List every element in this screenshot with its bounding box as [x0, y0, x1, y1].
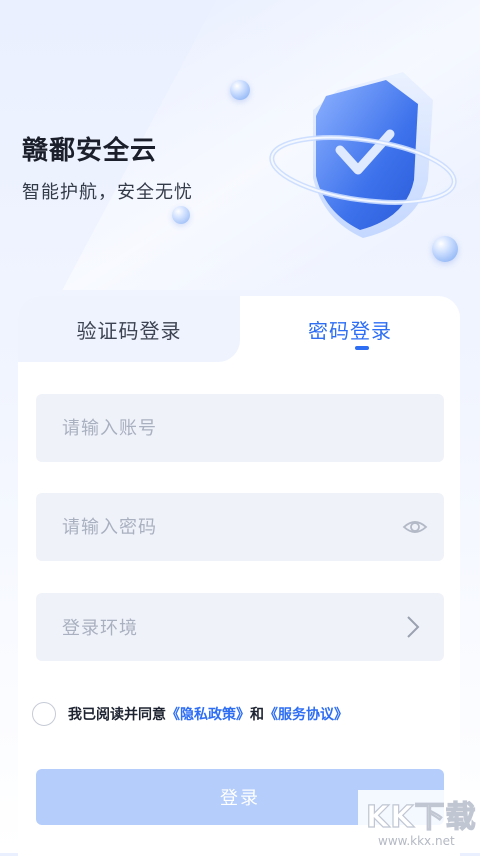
environment-label: 登录环境 — [62, 618, 138, 639]
tab-password-login[interactable]: 密码登录 — [240, 296, 460, 362]
eye-icon[interactable] — [402, 515, 428, 539]
tab-sms-login[interactable]: 验证码登录 — [18, 296, 240, 362]
login-tabs: 验证码登录 密码登录 — [18, 296, 460, 362]
password-input[interactable] — [36, 515, 384, 539]
login-card: 验证码登录 密码登录 登录环境 我已阅读并同意 《隐私政策》 和 《服务协议》 … — [18, 296, 460, 856]
active-tab-indicator — [355, 346, 369, 350]
watermark-url: www.kkx.net — [378, 834, 455, 848]
agreement-prefix: 我已阅读并同意 — [68, 707, 166, 723]
shield-check-icon — [268, 60, 458, 260]
app-slogan: 智能护航，安全无忧 — [22, 182, 193, 203]
chevron-right-icon — [407, 616, 420, 638]
agreement-checkbox[interactable] — [32, 702, 56, 726]
watermark: KK下载 www.kkx.net — [358, 790, 480, 853]
environment-select[interactable]: 登录环境 — [36, 593, 444, 661]
decor-bubble — [230, 80, 250, 100]
privacy-policy-link[interactable]: 《隐私政策》 — [166, 704, 250, 724]
app-title: 赣鄱安全云 — [22, 136, 158, 166]
service-agreement-link[interactable]: 《服务协议》 — [264, 704, 348, 724]
account-field — [36, 394, 444, 462]
agreement-row: 我已阅读并同意 《隐私政策》 和 《服务协议》 — [32, 702, 348, 726]
password-field — [36, 493, 444, 561]
account-input[interactable] — [36, 416, 384, 440]
agreement-and: 和 — [250, 707, 264, 723]
decor-bubble — [172, 206, 190, 224]
watermark-logo: KK下载 — [365, 799, 477, 835]
